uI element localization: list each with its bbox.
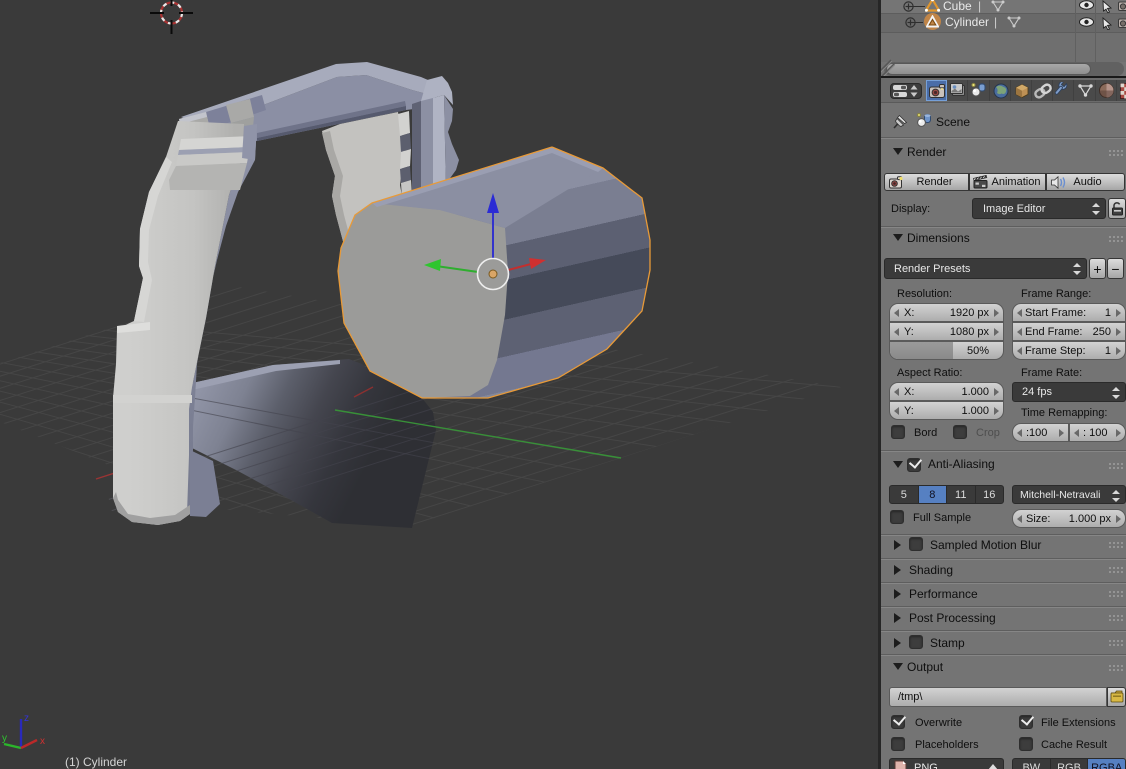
svg-text:z: z (24, 713, 29, 724)
svg-text:(1) Cylinder: (1) Cylinder (65, 755, 127, 769)
svg-text:y: y (2, 733, 7, 744)
svg-text:x: x (40, 736, 45, 747)
